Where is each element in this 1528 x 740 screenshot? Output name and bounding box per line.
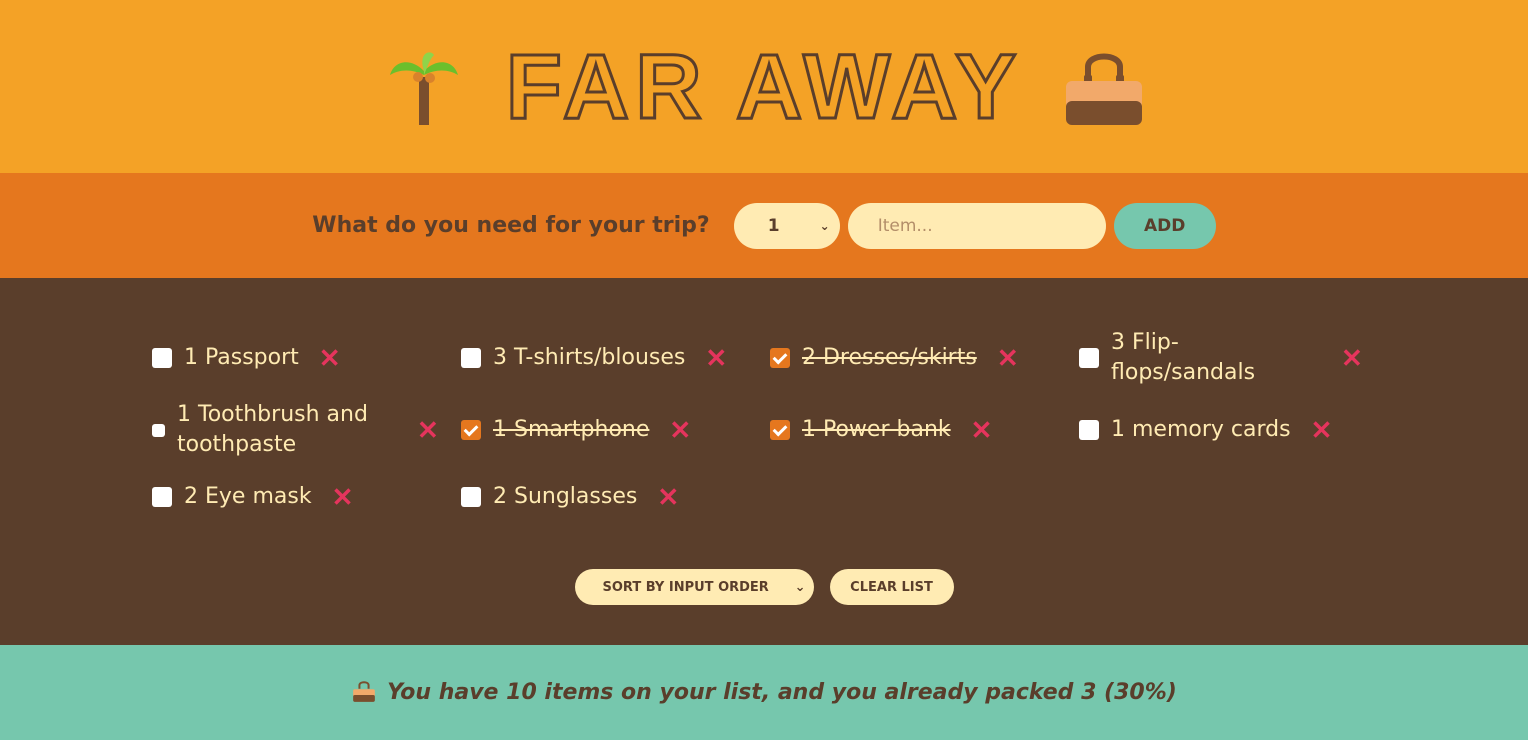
list-item: 2 Sunglasses ✕ xyxy=(461,472,770,522)
item-label: 1 memory cards xyxy=(1111,417,1291,442)
item-input[interactable] xyxy=(847,202,1106,249)
item-list: 1 Passport ✕ 3 T-shirts/blouses ✕ 2 Dres… xyxy=(152,328,1392,522)
item-label: 1 Power bank xyxy=(802,417,951,442)
list-actions: SORT BY INPUT ORDER ⌄ CLEAR LIST xyxy=(0,569,1528,605)
packed-checkbox[interactable] xyxy=(152,348,172,368)
add-item-form: What do you need for your trip? 1 ⌄ ADD xyxy=(0,173,1528,278)
packed-checkbox[interactable] xyxy=(152,423,165,437)
item-label: 1 Toothbrush and toothpaste xyxy=(177,402,368,457)
list-item: 1 memory cards ✕ xyxy=(1079,400,1388,460)
delete-icon[interactable]: ✕ xyxy=(669,417,691,443)
chevron-down-icon: ⌄ xyxy=(819,218,830,233)
app-header: FAR AWAY xyxy=(0,0,1528,173)
list-item: 2 Dresses/skirts ✕ xyxy=(770,328,1079,388)
sort-value: SORT BY INPUT ORDER xyxy=(602,579,769,595)
list-item: 1 Passport ✕ xyxy=(152,328,461,388)
quantity-select[interactable]: 1 ⌄ xyxy=(733,202,840,249)
item-label: 3 Flip-flops/sandals xyxy=(1111,330,1256,385)
quantity-value: 1 xyxy=(767,215,780,236)
stats-text: You have 10 items on your list, and you … xyxy=(387,680,1177,705)
clear-list-button[interactable]: CLEAR LIST xyxy=(829,569,954,605)
list-item: 3 Flip-flops/sandals ✕ xyxy=(1079,328,1388,388)
packed-checkbox[interactable] xyxy=(1079,420,1099,440)
chevron-down-icon: ⌄ xyxy=(794,579,806,595)
packed-checkbox[interactable] xyxy=(152,487,172,507)
palm-tree-icon xyxy=(382,42,466,132)
packed-checkbox[interactable] xyxy=(1079,348,1099,368)
item-label: 3 T-shirts/blouses xyxy=(493,345,686,370)
packing-list: 1 Passport ✕ 3 T-shirts/blouses ✕ 2 Dres… xyxy=(0,278,1528,645)
handbag-icon xyxy=(351,679,377,707)
delete-icon[interactable]: ✕ xyxy=(997,345,1019,371)
item-label: 1 Passport xyxy=(184,345,299,370)
delete-icon[interactable]: ✕ xyxy=(319,345,341,371)
add-button[interactable]: ADD xyxy=(1113,202,1216,249)
packed-checkbox[interactable] xyxy=(461,348,481,368)
list-item: 2 Eye mask ✕ xyxy=(152,472,461,522)
list-item: 1 Power bank ✕ xyxy=(770,400,1079,460)
item-label: 2 Sunglasses xyxy=(493,484,638,509)
delete-icon[interactable]: ✕ xyxy=(417,417,439,443)
item-label: 2 Eye mask xyxy=(184,484,312,509)
item-label: 2 Dresses/skirts xyxy=(802,345,977,370)
item-label: 1 Smartphone xyxy=(493,417,650,442)
packed-checkbox[interactable] xyxy=(461,420,481,440)
delete-icon[interactable]: ✕ xyxy=(332,484,354,510)
handbag-icon xyxy=(1062,42,1146,132)
delete-icon[interactable]: ✕ xyxy=(1341,345,1363,371)
delete-icon[interactable]: ✕ xyxy=(971,417,993,443)
packed-checkbox[interactable] xyxy=(461,487,481,507)
packed-checkbox[interactable] xyxy=(770,348,790,368)
delete-icon[interactable]: ✕ xyxy=(657,484,679,510)
list-item: 3 T-shirts/blouses ✕ xyxy=(461,328,770,388)
delete-icon[interactable]: ✕ xyxy=(705,345,727,371)
stats-footer: You have 10 items on your list, and you … xyxy=(0,645,1528,740)
delete-icon[interactable]: ✕ xyxy=(1311,417,1333,443)
app-title: FAR AWAY xyxy=(504,35,1023,138)
sort-select[interactable]: SORT BY INPUT ORDER ⌄ xyxy=(574,569,814,605)
list-item: 1 Smartphone ✕ xyxy=(461,400,770,460)
packed-checkbox[interactable] xyxy=(770,420,790,440)
list-item: 1 Toothbrush and toothpaste ✕ xyxy=(152,400,461,460)
form-label: What do you need for your trip? xyxy=(312,213,710,238)
